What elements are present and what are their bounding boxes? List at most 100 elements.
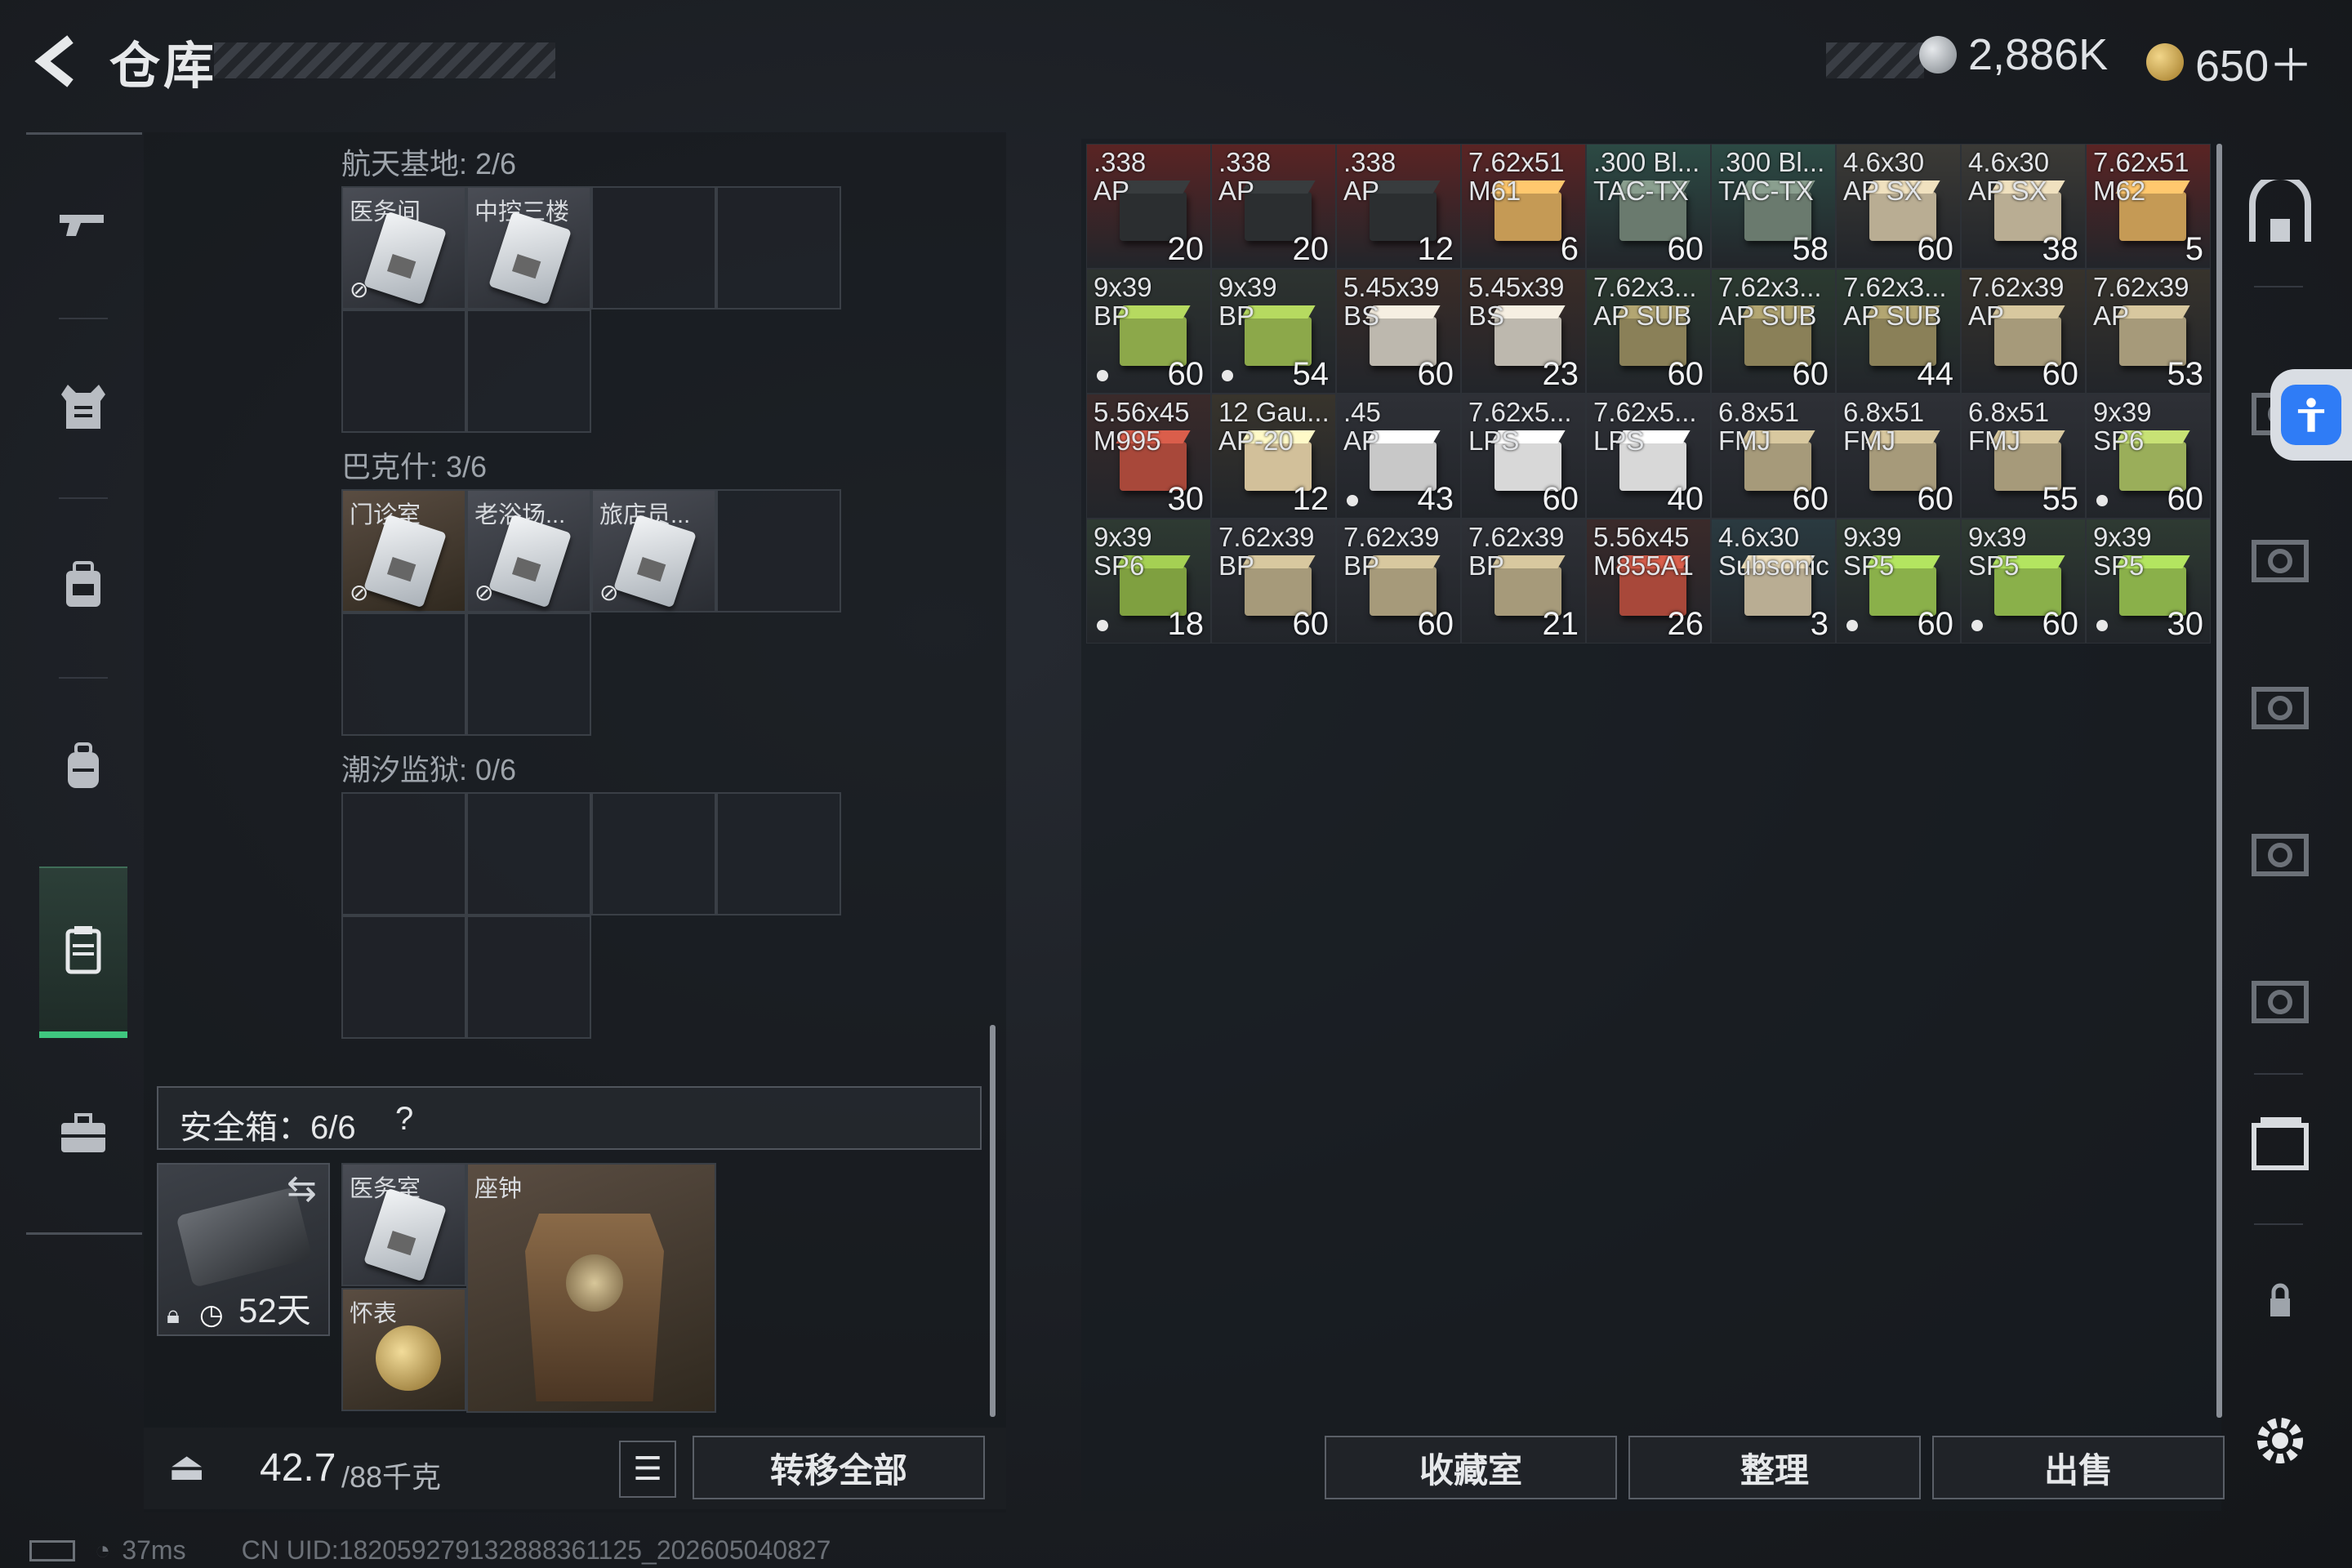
ammo-item[interactable]: 7.62x5... LPS 40 xyxy=(1586,394,1711,519)
gold-currency[interactable]: 650＋ xyxy=(2146,29,2313,94)
ammo-item[interactable]: 7.62x3... AP SUB 44 xyxy=(1836,269,1961,394)
ammo-item[interactable]: 7.62x39 BP 60 xyxy=(1211,519,1336,644)
ammo-item[interactable]: .338 AP 12 xyxy=(1336,144,1461,269)
ammo-item[interactable]: 9x39 SP6 18 xyxy=(1086,519,1211,644)
ammo-item[interactable]: 6.8x51 FMJ 60 xyxy=(1711,394,1836,519)
empty-slot[interactable] xyxy=(466,612,591,736)
empty-slot[interactable] xyxy=(341,612,466,736)
sort-button[interactable]: 整理 xyxy=(1628,1436,1921,1499)
ammo-item[interactable]: 9x39 SP5 30 xyxy=(2086,519,2211,644)
ammo-item[interactable]: 7.62x39 BP 60 xyxy=(1336,519,1461,644)
item-mantel-clock[interactable]: 座钟 xyxy=(466,1163,716,1413)
settings-gear-icon[interactable] xyxy=(2246,1406,2314,1475)
empty-slot[interactable] xyxy=(341,915,466,1039)
ammo-item[interactable]: 4.6x30 Subsonic 3 xyxy=(1711,519,1836,644)
ammo-label: 7.62x3... AP SUB xyxy=(1593,272,1697,331)
empty-slot[interactable] xyxy=(716,489,841,612)
stash-page-icon[interactable] xyxy=(2246,817,2314,885)
ammo-item[interactable]: 7.62x39 AP 53 xyxy=(2086,269,2211,394)
ammo-label: 6.8x51 FMJ xyxy=(1718,397,1800,456)
ammo-item[interactable]: 4.6x30 AP SX 38 xyxy=(1961,144,2086,269)
item-key-card[interactable]: 门诊室 ⊘ xyxy=(341,489,466,612)
page-divider xyxy=(2254,1223,2303,1225)
stash-page-icon[interactable] xyxy=(2246,964,2314,1032)
item-key-card[interactable]: 中控三楼 xyxy=(466,186,591,310)
ammo-item[interactable]: .300 Bl... TAC-TX 60 xyxy=(1586,144,1711,269)
item-pocket-watch[interactable]: 怀表 xyxy=(341,1288,466,1411)
help-icon[interactable]: ? xyxy=(395,1101,413,1138)
ammo-count: 26 xyxy=(1667,606,1704,642)
ammo-item[interactable]: 5.45x39 BS 60 xyxy=(1336,269,1461,394)
empty-slot[interactable] xyxy=(716,792,841,915)
empty-slot[interactable] xyxy=(466,915,591,1039)
ammo-label: 5.45x39 BS xyxy=(1343,272,1440,331)
empty-slot[interactable] xyxy=(716,186,841,310)
stash-home-icon[interactable] xyxy=(2246,173,2314,248)
ammo-grid: .338 AP 20 .338 AP 20 .338 AP 12 7.62x51 M61 6.… xyxy=(1086,144,2211,644)
ammo-item[interactable]: 7.62x39 AP 60 xyxy=(1961,269,2086,394)
nav-weapons[interactable] xyxy=(42,141,124,313)
ammo-label: 12 Gau... AP-20 xyxy=(1218,397,1330,456)
stash-page-icon[interactable] xyxy=(2246,670,2314,738)
ammo-item[interactable]: 5.56x45 M855A1 26 xyxy=(1586,519,1711,644)
ammo-item[interactable]: .338 AP 20 xyxy=(1086,144,1211,269)
nav-armor-vest[interactable] xyxy=(42,321,124,492)
ammo-item[interactable]: 12 Gau... AP-20 12 xyxy=(1211,394,1336,519)
ammo-item[interactable]: 4.6x30 AP SX 60 xyxy=(1836,144,1961,269)
list-icon[interactable]: ☰ xyxy=(619,1441,676,1498)
empty-slot[interactable] xyxy=(341,792,466,915)
empty-slot[interactable] xyxy=(591,186,716,310)
nav-chest-rig[interactable] xyxy=(42,501,124,672)
ammo-item[interactable]: 7.62x3... AP SUB 60 xyxy=(1711,269,1836,394)
item-key-card[interactable]: 医务室 xyxy=(341,1163,466,1286)
lock-icon[interactable] xyxy=(2246,1266,2314,1334)
nav-case[interactable] xyxy=(42,1048,124,1219)
empty-slot[interactable] xyxy=(591,792,716,915)
empty-slot[interactable] xyxy=(466,792,591,915)
safebox-case[interactable]: ⇆ 🔒︎ ◷ 52天 xyxy=(157,1163,330,1336)
item-key-card[interactable]: 医务间 ⊘ xyxy=(341,186,466,310)
empty-slot[interactable] xyxy=(341,310,466,433)
left-scrollbar[interactable] xyxy=(990,1025,996,1417)
back-arrow-icon[interactable] xyxy=(28,33,85,90)
ammo-label: 7.62x5... LPS xyxy=(1468,397,1572,456)
ammo-item[interactable]: 5.56x45 M995 30 xyxy=(1086,394,1211,519)
ammo-item[interactable]: 6.8x51 FMJ 60 xyxy=(1836,394,1961,519)
ammo-item[interactable]: 6.8x51 FMJ 55 xyxy=(1961,394,2086,519)
ammo-item[interactable]: 9x39 SP6 60 xyxy=(2086,394,2211,519)
ammo-item[interactable]: 9x39 BP 54 xyxy=(1211,269,1336,394)
ammo-item[interactable]: 7.62x3... AP SUB 60 xyxy=(1586,269,1711,394)
ammo-item[interactable]: 7.62x5... LPS 60 xyxy=(1461,394,1586,519)
swap-icon[interactable]: ⇆ xyxy=(287,1168,317,1209)
ammo-label: 7.62x3... AP SUB xyxy=(1718,272,1822,331)
silver-currency[interactable]: 2,886K xyxy=(1919,29,2108,80)
ammo-item[interactable]: 9x39 BP 60 xyxy=(1086,269,1211,394)
ammo-item[interactable]: 5.45x39 BS 23 xyxy=(1461,269,1586,394)
storage-folder-icon[interactable] xyxy=(2246,1111,2314,1179)
nav-backpack[interactable] xyxy=(42,680,124,852)
ammo-item[interactable]: 9x39 SP5 60 xyxy=(1961,519,2086,644)
ammo-item[interactable]: 7.62x51 M62 5 xyxy=(2086,144,2211,269)
ammo-item[interactable]: .300 Bl... TAC-TX 58 xyxy=(1711,144,1836,269)
safebox-grid: 医务室 座钟 怀表 xyxy=(341,1163,716,1413)
transfer-all-button[interactable]: 转移全部 xyxy=(693,1436,985,1499)
ammo-item[interactable]: 7.62x39 BP 21 xyxy=(1461,519,1586,644)
nav-container[interactable] xyxy=(39,866,127,1038)
ammo-item[interactable]: 9x39 SP5 60 xyxy=(1836,519,1961,644)
ammo-item[interactable]: .45 AP 43 xyxy=(1336,394,1461,519)
collection-room-button[interactable]: 收藏室 xyxy=(1325,1436,1617,1499)
item-key-card[interactable]: 旅店员... ⊘ xyxy=(591,489,716,612)
backpack-icon xyxy=(68,742,99,788)
sell-button[interactable]: 出售 xyxy=(1932,1436,2225,1499)
ammo-item[interactable]: 7.62x51 M61 6 xyxy=(1461,144,1586,269)
stash-page-icon[interactable] xyxy=(2246,523,2314,591)
chest-rig-icon xyxy=(66,561,100,607)
marked-dot-icon xyxy=(1222,370,1233,381)
ammo-count: 60 xyxy=(2167,481,2204,517)
ammo-item[interactable]: .338 AP 20 xyxy=(1211,144,1336,269)
accessibility-button[interactable] xyxy=(2270,369,2352,461)
vest-icon xyxy=(61,385,105,429)
empty-slot[interactable] xyxy=(466,310,591,433)
ammo-count: 3 xyxy=(1810,606,1829,642)
item-key-card[interactable]: 老浴场... ⊘ xyxy=(466,489,591,612)
